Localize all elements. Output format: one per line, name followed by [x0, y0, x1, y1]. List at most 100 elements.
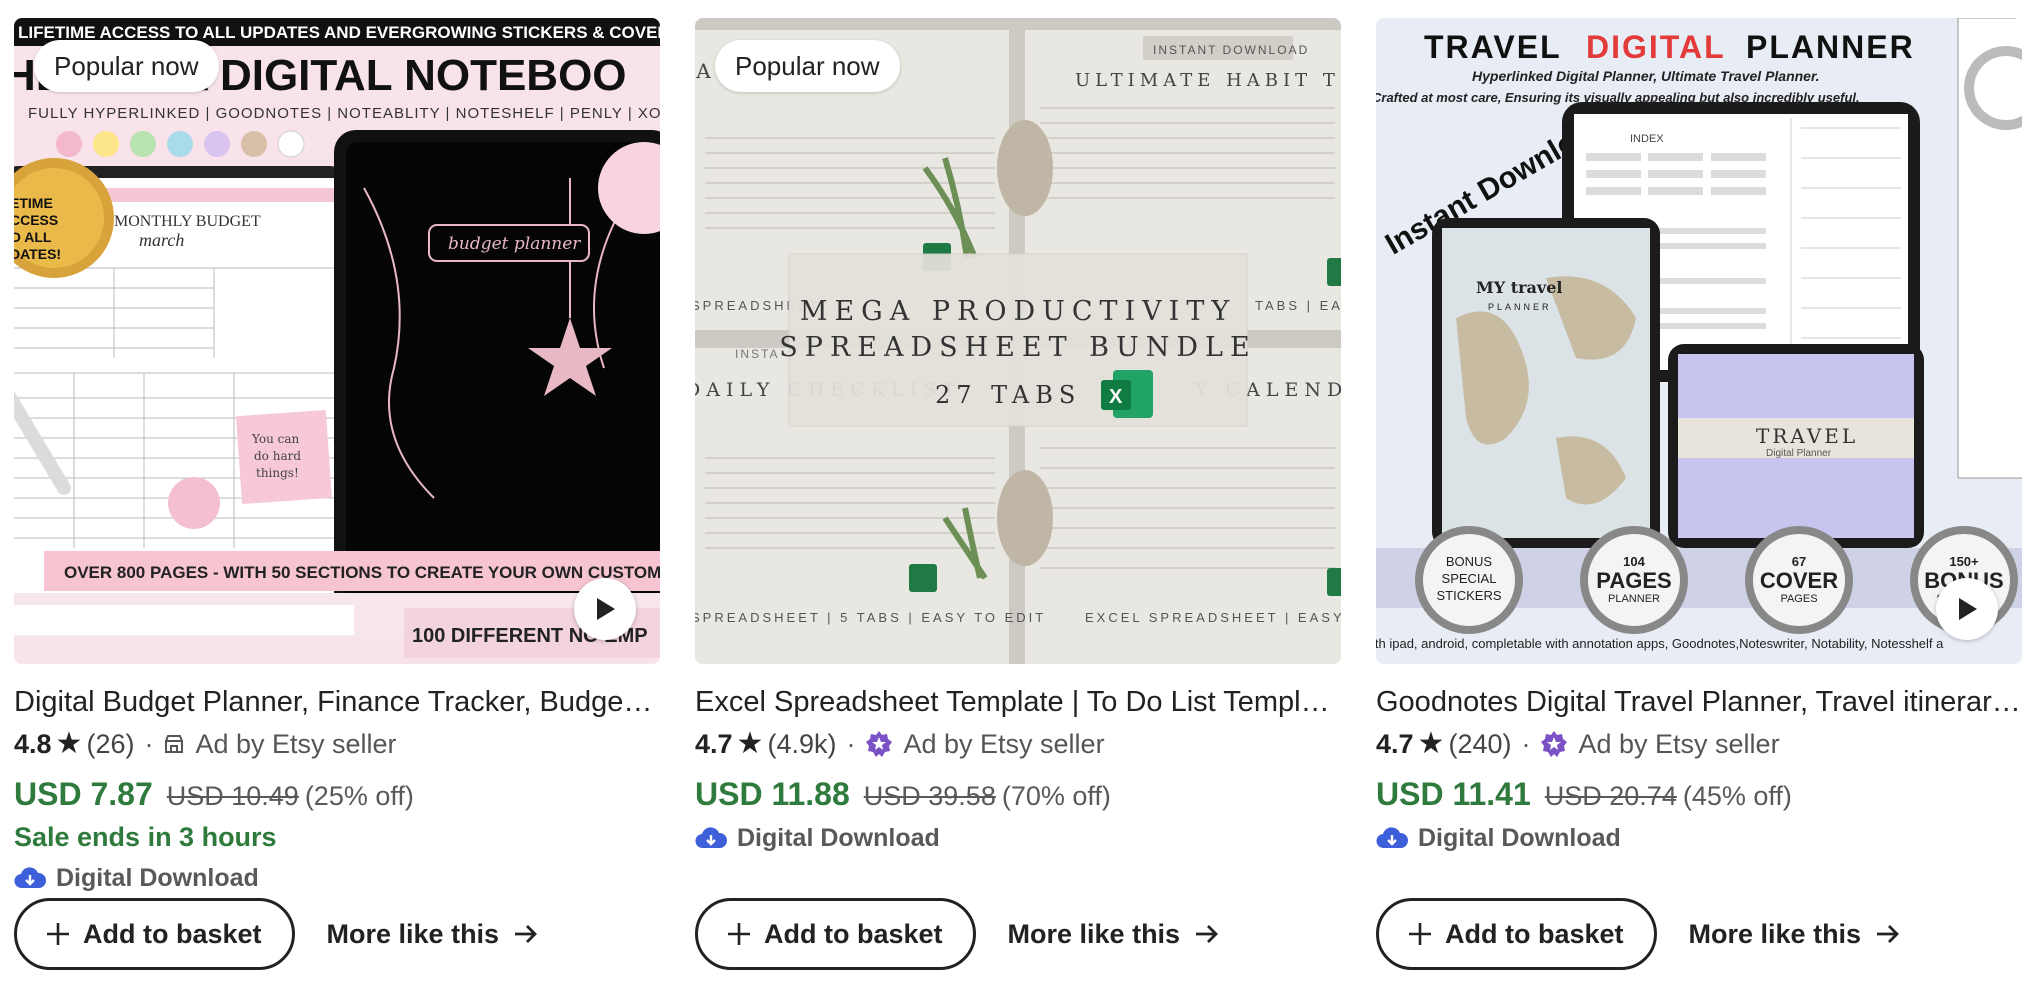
original-price: USD 20.74	[1544, 781, 1677, 811]
digital-download-label: Digital Download	[1376, 820, 2022, 856]
star-seller-icon	[865, 730, 893, 758]
rating-score: 4.8	[14, 729, 52, 759]
arrow-right-icon	[1875, 923, 1901, 945]
listing-card[interactable]: CALENDAR INSTANT DOWNLOAD ULTIMATE HABIT…	[695, 18, 1341, 970]
play-video-button[interactable]	[1936, 578, 1998, 640]
listing-image-art: LIFETIME ACCESS TO ALL UPDATES AND EVERG…	[14, 18, 660, 664]
listing-title[interactable]: Goodnotes Digital Travel Planner, Travel…	[1376, 684, 2022, 720]
image-sub1: Hyperlinked Digital Planner, Ultimate Tr…	[1472, 68, 1820, 84]
svg-text:ETIME: ETIME	[14, 195, 53, 211]
add-to-basket-label: Add to basket	[764, 918, 943, 949]
popular-now-badge: Popular now	[715, 40, 900, 92]
svg-text:CCESS: CCESS	[14, 212, 58, 228]
svg-text:X: X	[1109, 386, 1123, 408]
listing-title[interactable]: Digital Budget Planner, Finance Tracker,…	[14, 684, 660, 720]
listing-card[interactable]: TRAVEL DIGITAL PLANNER Hyperlinked Digit…	[1376, 18, 2022, 970]
download-text: Digital Download	[1418, 824, 1621, 852]
play-icon	[597, 598, 615, 620]
download-text: Digital Download	[56, 864, 259, 892]
review-count: (4.9k)	[767, 729, 837, 759]
sale-ends-text: Sale ends in 3 hours	[14, 822, 277, 852]
more-like-this-link[interactable]: More like this	[1689, 919, 1902, 950]
separator-dot: ·	[846, 729, 856, 759]
add-to-basket-button[interactable]: Add to basket	[695, 898, 976, 970]
add-to-basket-button[interactable]: Add to basket	[1376, 898, 1657, 970]
add-to-basket-label: Add to basket	[1445, 918, 1624, 949]
cloud-download-icon	[695, 826, 727, 850]
svg-text:O ALL: O ALL	[14, 229, 52, 245]
rating-score: 4.7	[1376, 729, 1414, 759]
more-like-this-link[interactable]: More like this	[327, 919, 540, 950]
image-left-footer: SPREADSHEET | 5 TABS | EASY TO EDIT	[695, 610, 1046, 625]
image-tablet-index: INDEX	[1630, 133, 1664, 145]
svg-text:do hard: do hard	[254, 449, 301, 463]
image-footer: ith ipad, android, completable with anno…	[1376, 636, 1944, 651]
listing-image-art: CALENDAR INSTANT DOWNLOAD ULTIMATE HABIT…	[695, 18, 1341, 664]
original-price: USD 39.58	[863, 781, 996, 811]
listing-card[interactable]: LIFETIME ACCESS TO ALL UPDATES AND EVERG…	[14, 18, 660, 970]
listing-image[interactable]: CALENDAR INSTANT DOWNLOAD ULTIMATE HABIT…	[695, 18, 1341, 664]
rating-row: 4.7 ★ (240) · Ad by Etsy seller	[1376, 726, 2022, 762]
plus-icon	[45, 921, 71, 947]
arrow-right-icon	[513, 923, 539, 945]
rating-row: 4.7 ★ (4.9k) · Ad by Etsy seller	[695, 726, 1341, 762]
add-to-basket-label: Add to basket	[83, 918, 262, 949]
card-actions: Add to basket More like this	[1376, 898, 1901, 970]
listing-image[interactable]: LIFETIME ACCESS TO ALL UPDATES AND EVERG…	[14, 18, 660, 664]
star-seller-icon	[1540, 730, 1568, 758]
listing-title[interactable]: Excel Spreadsheet Template | To Do List …	[695, 684, 1341, 720]
card-actions: Add to basket More like this	[14, 898, 539, 970]
ad-label: Ad by Etsy seller	[1578, 729, 1780, 759]
svg-text:BONUS: BONUS	[1446, 554, 1493, 569]
download-text: Digital Download	[737, 824, 940, 852]
price-row: USD 11.88 USD 39.58 (70% off)	[695, 774, 1341, 816]
more-like-this-label: More like this	[1007, 918, 1181, 949]
image-right-footer: EXCEL SPREADSHEET | EASY TO E	[1085, 610, 1341, 625]
price-row: USD 7.87 USD 10.49 (25% off)	[14, 774, 660, 816]
image-right-top: ULTIMATE HABIT TRAC	[1075, 70, 1341, 91]
image-footer-banner: OVER 800 PAGES - WITH 50 SECTIONS TO CRE…	[64, 563, 660, 582]
cloud-download-icon	[14, 866, 46, 890]
svg-text:You can: You can	[251, 432, 300, 446]
image-cover-travel: TRAVEL	[1756, 424, 1858, 448]
listing-grid: LIFETIME ACCESS TO ALL UPDATES AND EVERG…	[0, 0, 2040, 986]
listing-image-art: TRAVEL DIGITAL PLANNER Hyperlinked Digit…	[1376, 18, 2022, 664]
image-center-line2: SPREADSHEET BUNDLE	[779, 332, 1256, 363]
arrow-right-icon	[1194, 923, 1220, 945]
ad-label: Ad by Etsy seller	[903, 729, 1105, 759]
sale-price: USD 11.88	[695, 776, 850, 812]
separator-dot: ·	[144, 729, 154, 759]
image-right-top-tag: INSTANT DOWNLOAD	[1153, 43, 1309, 57]
star-icon: ★	[55, 727, 83, 760]
image-right-mid: TABS | EASY	[1255, 298, 1341, 313]
play-video-button[interactable]	[574, 578, 636, 640]
svg-text:DATES!: DATES!	[14, 246, 61, 262]
add-to-basket-button[interactable]: Add to basket	[14, 898, 295, 970]
svg-text:STICKERS: STICKERS	[1436, 588, 1501, 603]
more-like-this-link[interactable]: More like this	[1008, 919, 1221, 950]
image-cover-label: budget planner	[448, 234, 581, 254]
discount-label: (70% off)	[1001, 781, 1111, 811]
svg-text:104: 104	[1623, 554, 1645, 569]
shop-icon	[163, 733, 185, 755]
listing-image[interactable]: TRAVEL DIGITAL PLANNER Hyperlinked Digit…	[1376, 18, 2022, 664]
plus-icon	[726, 921, 752, 947]
cloud-download-icon	[1376, 826, 1408, 850]
price-row: USD 11.41 USD 20.74 (45% off)	[1376, 774, 2022, 816]
rating-score: 4.7	[695, 729, 733, 759]
image-left-bottom-tag: INSTA	[735, 347, 779, 361]
svg-text:MY travel: MY travel	[1476, 278, 1562, 297]
image-headline-a: TRAVEL	[1424, 29, 1562, 65]
svg-text:PLANNER: PLANNER	[1608, 593, 1660, 605]
image-center-line3: 27 TABS	[935, 381, 1081, 409]
svg-text:150+: 150+	[1949, 554, 1979, 569]
sale-price: USD 7.87	[14, 776, 153, 812]
original-price: USD 10.49	[166, 781, 299, 811]
sale-price: USD 11.41	[1376, 776, 1531, 812]
image-subline: FULLY HYPERLINKED | GOODNOTES | NOTEABLI…	[28, 105, 660, 122]
rating-row: 4.8 ★ (26) · Ad by Etsy seller	[14, 726, 660, 762]
image-headline-b: DIGITAL	[1586, 29, 1726, 65]
review-count: (240)	[1448, 729, 1512, 759]
plus-icon	[1407, 921, 1433, 947]
image-budget-month: march	[139, 230, 184, 250]
